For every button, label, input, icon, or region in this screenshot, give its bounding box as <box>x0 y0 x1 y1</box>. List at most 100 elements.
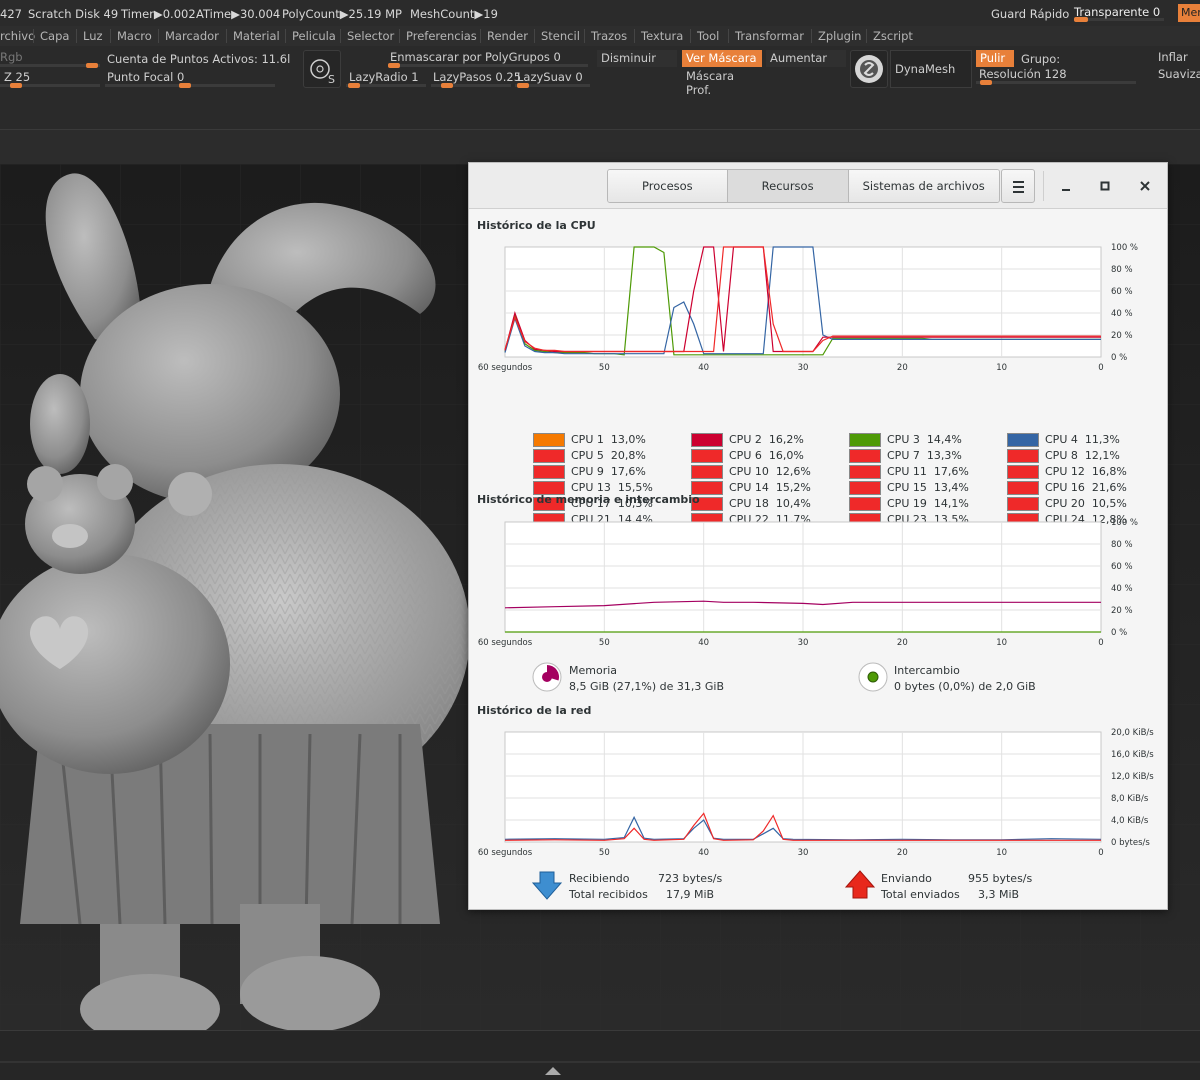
slider-knob[interactable] <box>388 63 400 68</box>
menu-item-textura[interactable]: Textura <box>641 29 683 43</box>
cpu-color-swatch[interactable] <box>533 433 565 447</box>
dynamesh-button[interactable]: DynaMesh <box>890 50 972 88</box>
polish-button[interactable]: Pulir <box>976 50 1014 67</box>
slider-knob[interactable] <box>348 83 360 88</box>
network-x-tick-label: 50 <box>599 848 610 858</box>
cpu-color-swatch[interactable] <box>849 497 881 511</box>
zbrush-toolbar-band <box>0 130 1200 164</box>
rgb-slider[interactable] <box>0 63 100 68</box>
menu-item-luz[interactable]: Luz <box>83 29 103 43</box>
window-titlebar[interactable]: Procesos Recursos Sistemas de archivos <box>469 163 1167 209</box>
cpu-color-swatch[interactable] <box>1007 465 1039 479</box>
cpu-x-tick-label: 50 <box>599 363 610 373</box>
divider <box>158 29 159 43</box>
deep-mask-button[interactable]: Máscara Prof. <box>682 68 762 97</box>
network-y-tick-label: 20,0 KiB/s <box>1111 728 1154 738</box>
tab-procesos[interactable]: Procesos <box>608 170 728 202</box>
close-button[interactable] <box>1134 175 1156 197</box>
guard-rapido-button[interactable]: Guard Rápido <box>991 7 1069 21</box>
tab-sistemas-de-archivos[interactable]: Sistemas de archivos <box>848 170 999 202</box>
resolution-slider[interactable] <box>976 80 1136 85</box>
menu-item-render[interactable]: Render <box>487 29 528 43</box>
receive-total: 17,9 MiB <box>666 888 715 901</box>
memory-label: Memoria <box>569 664 618 677</box>
menu-button[interactable] <box>1001 169 1035 203</box>
mer-button[interactable]: Mer <box>1178 4 1200 22</box>
bottom-tray-handle[interactable] <box>0 1031 1200 1080</box>
lazy-mouse-button[interactable]: S <box>303 50 341 88</box>
slider-knob[interactable] <box>441 83 453 88</box>
cpu-color-swatch[interactable] <box>1007 449 1039 463</box>
slider-knob[interactable] <box>980 80 992 85</box>
status-scratch-disk: Scratch Disk 49 <box>28 7 119 21</box>
menu-item-archivo[interactable]: rchivo <box>0 29 35 43</box>
menu-item-preferencias[interactable]: Preferencias <box>406 29 477 43</box>
memory-y-tick-label: 20 % <box>1111 606 1133 616</box>
mask-polygroups-slider[interactable] <box>388 63 588 68</box>
zbrush-shelf: Rgb Z 25 Cuenta de Puntos Activos: 11.6l… <box>0 46 1200 130</box>
network-y-tick-label: 12,0 KiB/s <box>1111 772 1154 782</box>
lazy-radius-slider[interactable] <box>346 83 426 88</box>
transparent-slider[interactable]: Transparente 0 <box>1074 5 1164 22</box>
menu-item-capa[interactable]: Capa <box>40 29 69 43</box>
cpu-color-swatch[interactable] <box>533 465 565 479</box>
menu-item-pelicula[interactable]: Pelicula <box>292 29 336 43</box>
cpu-color-swatch[interactable] <box>1007 497 1039 511</box>
screen: 427 Scratch Disk 49 Timer▶0.002 ATime▶30… <box>0 0 1200 1080</box>
network-y-tick-label: 8,0 KiB/s <box>1111 794 1149 804</box>
cpu-color-swatch[interactable] <box>1007 433 1039 447</box>
cpu-x-tick-label: 10 <box>996 363 1007 373</box>
inflate-button[interactable]: Inflar <box>1158 50 1188 64</box>
slider-knob[interactable] <box>10 83 22 88</box>
menu-item-marcador[interactable]: Marcador <box>165 29 219 43</box>
slider-knob[interactable] <box>517 83 529 88</box>
cpu-color-swatch[interactable] <box>691 433 723 447</box>
zbrush-bottom-bar <box>0 1030 1200 1080</box>
menu-item-stencil[interactable]: Stencil <box>541 29 580 43</box>
minimize-button[interactable] <box>1055 175 1077 197</box>
cpu-y-tick-label: 20 % <box>1111 331 1133 341</box>
cpu-color-swatch[interactable] <box>849 449 881 463</box>
memory-y-tick-label: 40 % <box>1111 584 1133 594</box>
tab-recursos[interactable]: Recursos <box>727 170 849 202</box>
cpu-color-swatch[interactable] <box>849 481 881 495</box>
cpu-color-swatch[interactable] <box>533 449 565 463</box>
menu-item-trazos[interactable]: Trazos <box>591 29 627 43</box>
view-mask-button[interactable]: Ver Máscara <box>682 50 762 67</box>
slider-knob[interactable] <box>1074 17 1088 22</box>
slider-knob[interactable] <box>179 83 191 88</box>
receive-total-label: Total recibidos <box>569 888 648 901</box>
smooth-button[interactable]: Suaviza <box>1158 67 1200 81</box>
divider <box>340 29 341 43</box>
active-points-label: Cuenta de Puntos Activos: 11.6l <box>107 52 291 66</box>
cpu-color-swatch[interactable] <box>691 449 723 463</box>
groups-label[interactable]: Grupo: <box>1021 52 1060 66</box>
maximize-button[interactable] <box>1094 175 1116 197</box>
lazy-steps-slider[interactable] <box>431 83 511 88</box>
cpu-color-swatch[interactable] <box>849 433 881 447</box>
increase-mask-button[interactable]: Aumentar <box>766 50 846 67</box>
memory-y-tick-label: 100 % <box>1111 518 1138 528</box>
divider <box>634 29 635 43</box>
memory-info: Memoria 8,5 GiB (27,1%) de 31,3 GiB <box>569 663 724 695</box>
decrease-mask-button[interactable]: Disminuir <box>597 50 677 67</box>
slider-knob[interactable] <box>86 63 98 68</box>
menu-item-material[interactable]: Material <box>233 29 280 43</box>
lazy-smooth-slider[interactable] <box>515 83 590 88</box>
menu-item-zplugin[interactable]: Zplugin <box>818 29 861 43</box>
memory-section-title: Histórico de memoria e intercambio <box>477 493 700 506</box>
receive-values: 723 bytes/s 17,9 MiB <box>658 871 722 903</box>
z-intensity-slider[interactable] <box>0 83 100 88</box>
dynamesh-icon-button[interactable] <box>850 50 888 88</box>
menu-item-tool[interactable]: Tool <box>697 29 719 43</box>
menu-item-selector[interactable]: Selector <box>347 29 394 43</box>
lazy-mouse-icon: S <box>310 59 335 86</box>
menu-item-zscript[interactable]: Zscript <box>873 29 913 43</box>
cpu-legend-label: CPU 11 17,6% <box>887 465 969 478</box>
menu-item-transformar[interactable]: Transformar <box>735 29 804 43</box>
cpu-color-swatch[interactable] <box>691 465 723 479</box>
cpu-color-swatch[interactable] <box>1007 481 1039 495</box>
focal-point-slider[interactable] <box>105 83 275 88</box>
menu-item-macro[interactable]: Macro <box>117 29 152 43</box>
cpu-color-swatch[interactable] <box>849 465 881 479</box>
